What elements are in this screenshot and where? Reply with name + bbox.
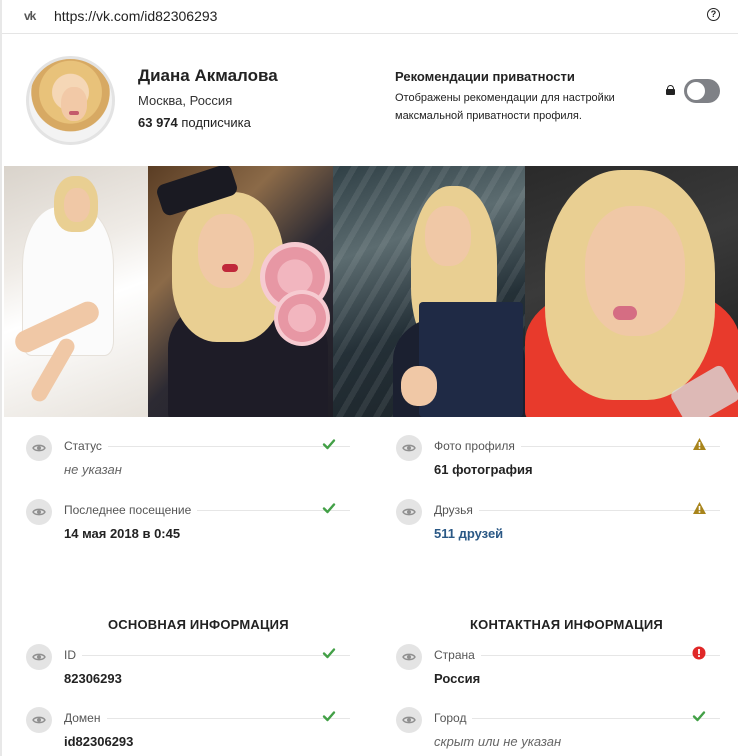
lock-icon xyxy=(666,85,675,95)
page: vk https://vk.com/id82306293 ? Диана Акм… xyxy=(0,0,738,756)
info-row: Последнее посещение 14 мая 2018 в 0:45 xyxy=(26,499,364,545)
contact-info-title: КОНТАКТНАЯ ИНФОРМАЦИЯ xyxy=(470,617,663,632)
eye-icon[interactable] xyxy=(26,435,52,461)
eye-icon[interactable] xyxy=(26,499,52,525)
profile-city: Москва, Россия xyxy=(138,93,233,108)
info-row: Домен id82306293 xyxy=(26,707,364,753)
info-label: Фото профиля xyxy=(434,439,521,453)
profile-url[interactable]: https://vk.com/id82306293 xyxy=(54,8,217,24)
info-label: Последнее посещение xyxy=(64,503,198,517)
info-value[interactable]: 511 друзей xyxy=(434,526,503,541)
check-icon xyxy=(322,437,336,451)
row-divider xyxy=(64,655,350,656)
toggle-knob xyxy=(687,82,705,100)
info-value: не указан xyxy=(64,462,122,477)
check-icon xyxy=(322,646,336,660)
info-label: Статус xyxy=(64,439,108,453)
eye-icon[interactable] xyxy=(396,435,422,461)
info-row: ID 82306293 xyxy=(26,644,364,690)
eye-icon[interactable] xyxy=(396,499,422,525)
basic-info-title: ОСНОВНАЯ ИНФОРМАЦИЯ xyxy=(108,617,289,632)
profile-photo-1[interactable] xyxy=(4,166,148,417)
profile-photo-4[interactable] xyxy=(525,166,738,417)
eye-icon[interactable] xyxy=(396,644,422,670)
privacy-toggle[interactable] xyxy=(684,79,720,103)
subscribers-number: 63 974 xyxy=(138,115,178,130)
help-icon[interactable]: ? xyxy=(707,8,720,21)
warning-icon xyxy=(692,501,706,515)
eye-icon[interactable] xyxy=(26,644,52,670)
info-label: Город xyxy=(434,711,473,725)
info-row: Страна Россия xyxy=(396,644,734,690)
photo-strip xyxy=(4,166,738,417)
privacy-description: Отображены рекомендации для настройки ма… xyxy=(395,92,615,122)
row-divider xyxy=(434,718,720,719)
profile-name: Диана Акмалова xyxy=(138,66,278,85)
info-value: 61 фотография xyxy=(434,462,533,477)
avatar-lips xyxy=(69,111,79,115)
row-divider xyxy=(64,718,350,719)
info-label: Страна xyxy=(434,648,481,662)
profile-photo-2[interactable] xyxy=(148,166,333,417)
check-icon xyxy=(322,501,336,515)
info-value: id82306293 xyxy=(64,734,134,749)
privacy-title: Рекомендации приватности xyxy=(395,69,575,84)
vk-logo[interactable]: vk xyxy=(24,9,36,23)
info-row: Статус не указан xyxy=(26,435,364,481)
warning-icon xyxy=(692,437,706,451)
info-row: Фото профиля 61 фотография xyxy=(396,435,734,481)
info-value: 82306293 xyxy=(64,671,122,686)
avatar[interactable] xyxy=(26,56,115,145)
check-icon xyxy=(322,709,336,723)
subscribers-count: 63 974 подписчика xyxy=(138,115,251,130)
address-bar: vk https://vk.com/id82306293 ? xyxy=(2,0,738,34)
subscribers-label: подписчика xyxy=(181,115,251,130)
profile-photo-3[interactable] xyxy=(333,166,525,417)
check-icon xyxy=(692,709,706,723)
info-label: Домен xyxy=(64,711,107,725)
info-row: Город скрыт или не указан xyxy=(396,707,734,753)
info-label: ID xyxy=(64,648,82,662)
info-value: Россия xyxy=(434,671,481,686)
info-row: Друзья 511 друзей xyxy=(396,499,734,545)
eye-icon[interactable] xyxy=(26,707,52,733)
avatar-face xyxy=(61,87,87,121)
error-icon xyxy=(692,646,706,660)
info-value: 14 мая 2018 в 0:45 xyxy=(64,526,181,541)
info-value: скрыт или не указан xyxy=(434,734,562,749)
eye-icon[interactable] xyxy=(396,707,422,733)
info-label: Друзья xyxy=(434,503,479,517)
